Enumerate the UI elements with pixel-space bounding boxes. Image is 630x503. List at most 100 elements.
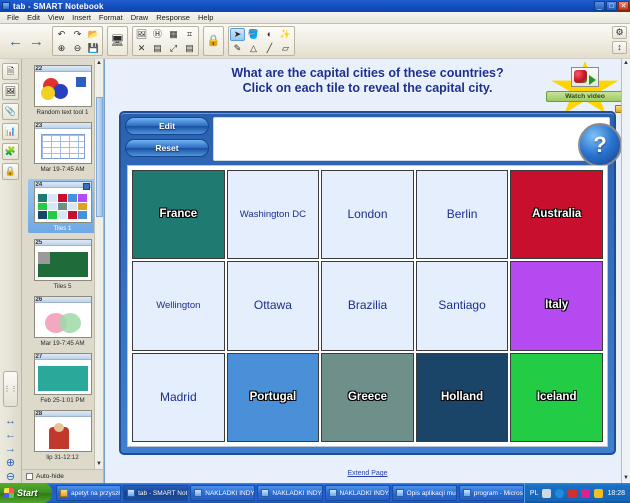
tile-holland[interactable]: Holland <box>415 352 509 442</box>
maximize-button[interactable]: □ <box>606 1 617 11</box>
add-ons-icon[interactable]: 🧩 <box>2 143 19 160</box>
page-thumbnail[interactable]: 26 <box>33 296 92 338</box>
table-properties-button[interactable]: ▤ <box>182 42 197 55</box>
list-item[interactable]: 26 Mar 19-7:45 AM <box>28 296 98 347</box>
menu-draw[interactable]: Draw <box>127 13 153 22</box>
attachments-icon[interactable]: 📎 <box>2 103 19 120</box>
scroll-down-arrow-icon[interactable]: ▼ <box>623 474 629 483</box>
tile-london[interactable]: London <box>321 170 414 260</box>
undo-button[interactable]: ↶ <box>54 28 69 41</box>
list-item[interactable]: 27 Feb 25-1:01 PM <box>28 353 98 404</box>
page-thumbnail[interactable]: 25 <box>33 239 92 281</box>
shapes-button[interactable]: △ <box>246 42 261 55</box>
pens-button[interactable]: ✎ <box>230 42 245 55</box>
insert-picture-button[interactable]: 🖼 <box>134 28 149 41</box>
line-tool-button[interactable]: ╱ <box>262 42 277 55</box>
network-icon[interactable] <box>555 488 565 498</box>
scroll-up-arrow-icon[interactable]: ▲ <box>623 59 629 68</box>
lock-button[interactable]: 🔒 <box>205 28 222 55</box>
page-thumbnail[interactable]: 28 <box>33 410 92 452</box>
battery-icon[interactable] <box>594 488 604 498</box>
tile-portugal[interactable]: Portugal <box>226 352 320 442</box>
menu-view[interactable]: View <box>44 13 68 22</box>
menu-response[interactable]: Response <box>152 13 194 22</box>
menu-edit[interactable]: Edit <box>23 13 44 22</box>
eraser-color-button[interactable]: ◐ <box>262 28 277 41</box>
next-page-button[interactable]: → <box>29 34 44 49</box>
menu-insert[interactable]: Insert <box>68 13 95 22</box>
tile-brazilia[interactable]: Brazilia <box>321 261 414 351</box>
task-button[interactable]: tab - SMART Note... <box>123 485 189 501</box>
full-screen-button[interactable]: ⤢ <box>166 42 181 55</box>
menu-help[interactable]: Help <box>194 13 217 22</box>
minimize-button[interactable]: _ <box>594 1 605 11</box>
tile-greece[interactable]: Greece <box>321 352 414 442</box>
tile-italy[interactable]: Italy <box>510 261 603 351</box>
page-thumbnail[interactable]: 22 <box>33 65 92 107</box>
tile-madrid[interactable]: Madrid <box>132 352 225 442</box>
task-button[interactable]: Opis aplikacji mult... <box>391 485 457 501</box>
antivirus-icon[interactable] <box>581 488 591 498</box>
start-button[interactable]: Start <box>0 483 52 503</box>
eraser-button[interactable]: ▱ <box>278 42 293 55</box>
tile-santiago[interactable]: Santiago <box>415 261 509 351</box>
list-item[interactable]: 24 Tiles 1 <box>27 179 98 233</box>
properties-icon[interactable]: 📊 <box>2 123 19 140</box>
page-canvas[interactable]: What are the capital cities of these cou… <box>104 59 630 483</box>
thumbnail-list[interactable]: 22 Random text tool 1 23 Mar 19-7:45 AM … <box>22 59 103 469</box>
auto-hide-checkbox[interactable] <box>26 473 33 480</box>
delete-page-icon[interactable]: ⊖ <box>6 472 15 483</box>
list-item[interactable]: 25 Tiles 5 <box>28 239 98 290</box>
page-thumbnail[interactable]: 27 <box>33 353 92 395</box>
gear-icon[interactable]: ⚙ <box>612 26 627 39</box>
list-item[interactable]: 28 lip 31-12:12 <box>28 410 98 461</box>
gallery-icon[interactable]: 🖼 <box>2 83 19 100</box>
scroll-down-arrow-icon[interactable]: ▼ <box>96 460 102 469</box>
menu-format[interactable]: Format <box>95 13 127 22</box>
lock-icon[interactable]: 🔒 <box>2 163 19 180</box>
task-button[interactable]: NAKLADKI INDY... <box>257 485 323 501</box>
canvas-scrollbar[interactable]: ▲ ▼ <box>621 59 630 483</box>
measurement-tool-button[interactable]: ⌗ <box>182 28 197 41</box>
previous-page-button[interactable]: ← <box>8 34 23 49</box>
volume-icon[interactable] <box>568 488 578 498</box>
screen-capture-button[interactable]: 🖥 <box>109 28 126 55</box>
screen-shade-button[interactable]: ▤ <box>150 42 165 55</box>
extend-page-link[interactable]: Extend Page <box>105 470 630 477</box>
thumbnails-scrollbar[interactable]: ▲ ▼ <box>94 59 103 469</box>
task-button[interactable]: apetyt na przyszł... <box>56 485 122 501</box>
language-indicator[interactable]: PL <box>530 490 539 497</box>
menu-file[interactable]: File <box>3 13 23 22</box>
collapse-panel-icon[interactable]: ↔ <box>5 416 16 427</box>
move-toolbar-icon[interactable]: ↕ <box>612 41 627 54</box>
close-button[interactable]: ✕ <box>618 1 629 11</box>
keyboard-icon[interactable] <box>542 488 552 498</box>
magic-pen-button[interactable]: ✨ <box>278 28 293 41</box>
task-button[interactable]: NAKLADKI INDY... <box>324 485 390 501</box>
watch-video-label[interactable]: Watch video <box>546 91 624 102</box>
redo-button[interactable]: ↷ <box>70 28 85 41</box>
add-page-button[interactable]: ⊕ <box>54 42 69 55</box>
list-item[interactable]: 22 Random text tool 1 <box>28 65 98 116</box>
page-thumbnail[interactable]: 24 <box>33 181 92 223</box>
task-button[interactable]: program - Microso... <box>458 485 524 501</box>
rail-grip-handle[interactable]: ⋮⋮ <box>3 371 18 407</box>
clear-page-button[interactable]: ✕ <box>134 42 149 55</box>
help-button[interactable]: ? <box>578 123 622 167</box>
save-button[interactable]: 💾 <box>86 42 101 55</box>
tile-australia[interactable]: Australia <box>510 170 603 260</box>
task-button[interactable]: NAKLADKI INDY... <box>190 485 256 501</box>
page-sorter-icon[interactable]: 🗎 <box>2 63 19 80</box>
open-file-button[interactable]: 📂 <box>86 28 101 41</box>
next-page-arrow-icon[interactable]: → <box>5 444 16 455</box>
fill-tool-button[interactable]: 🪣 <box>246 28 261 41</box>
list-item[interactable]: 23 Mar 19-7:45 AM <box>28 122 98 173</box>
tile-wellington[interactable]: Wellington <box>132 261 225 351</box>
edit-button[interactable]: Edit <box>125 117 209 135</box>
scroll-up-arrow-icon[interactable]: ▲ <box>96 59 102 68</box>
clock[interactable]: 18:28 <box>607 490 625 497</box>
reset-button[interactable]: Reset <box>125 139 209 157</box>
insert-flash-button[interactable]: Ⓗ <box>150 28 165 41</box>
tile-iceland[interactable]: Iceland <box>510 352 603 442</box>
select-tool-button[interactable]: ➤ <box>230 28 245 41</box>
